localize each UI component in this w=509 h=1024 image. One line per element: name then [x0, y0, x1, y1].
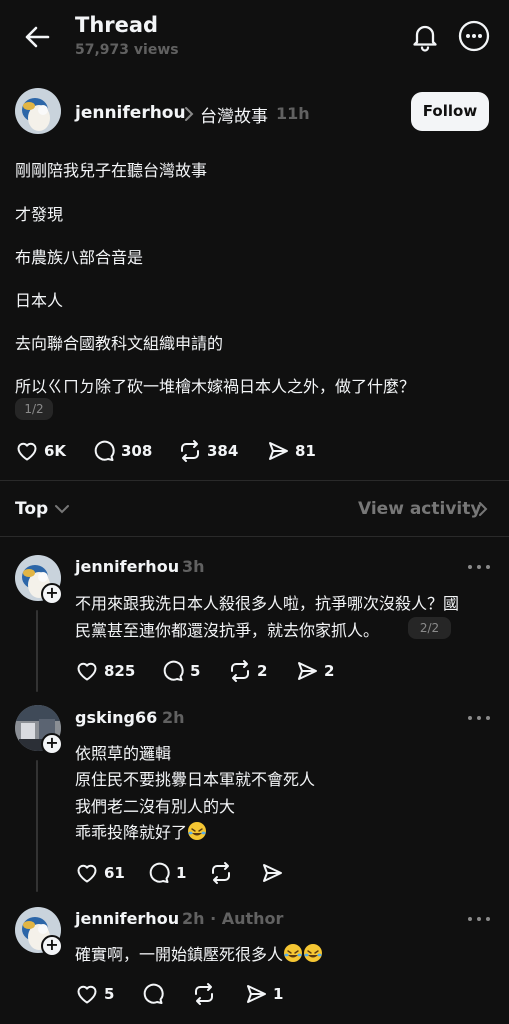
repost-button[interactable]: 2	[228, 659, 267, 683]
plus-icon[interactable]: +	[41, 583, 63, 605]
repost-icon	[195, 983, 213, 1005]
comment-author[interactable]: jenniferhou	[75, 557, 179, 576]
avatar[interactable]	[15, 88, 61, 134]
like-button[interactable]: 5	[75, 982, 114, 1006]
like-button[interactable]: 825	[75, 659, 135, 683]
view-count: 57,973 views	[75, 42, 179, 58]
chevron-down-icon[interactable]	[54, 502, 70, 516]
post-topic[interactable]: 台灣故事	[200, 102, 268, 127]
comment-icon	[94, 440, 115, 461]
like-count: 5	[104, 985, 115, 1003]
post-line: 剛剛陪我兒子在聽台灣故事	[15, 161, 208, 180]
comment-button[interactable]: 1	[147, 861, 186, 885]
comment-line: 我們老二沒有別人的大	[75, 797, 236, 816]
comment-time: 2h	[162, 708, 185, 727]
repost-icon	[181, 440, 199, 462]
share-icon	[269, 442, 288, 460]
share-count: 1	[273, 985, 284, 1003]
page-title: Thread	[75, 13, 159, 37]
comment-line: 依照草的邏輯	[75, 744, 172, 763]
share-icon	[263, 864, 282, 882]
more-icon[interactable]	[458, 20, 490, 52]
heart-icon	[77, 864, 97, 883]
share-button[interactable]: 81	[266, 439, 316, 463]
comment-button[interactable]: 5	[161, 659, 200, 683]
like-button[interactable]: 61	[75, 861, 125, 885]
like-button[interactable]: 6K	[15, 439, 66, 463]
sort-dropdown[interactable]: Top	[15, 499, 48, 519]
repost-button[interactable]	[209, 861, 233, 885]
back-arrow-icon[interactable]	[22, 22, 52, 52]
post-line: 去向聯合國教科文組織申請的	[15, 334, 224, 353]
heart-icon	[17, 442, 37, 461]
share-button[interactable]	[260, 861, 284, 885]
rofl-emoji-icon	[304, 944, 323, 962]
comment-line: 不用來跟我洗日本人殺很多人啦，抗爭哪次沒殺人？國	[75, 594, 460, 613]
dots-icon[interactable]	[466, 713, 492, 723]
comment-line-text: 乖乖投降就好了	[75, 823, 188, 842]
comment-author[interactable]: jenniferhou	[75, 909, 179, 928]
comment-line: 乖乖投降就好了	[75, 819, 207, 843]
comment-button[interactable]	[141, 982, 165, 1006]
thread-line	[36, 610, 38, 692]
plus-icon[interactable]: +	[41, 733, 63, 755]
repost-button[interactable]	[192, 982, 216, 1006]
share-button[interactable]: 2	[295, 659, 334, 683]
post-author[interactable]: jenniferhou	[75, 103, 186, 123]
post-line: 日本人	[15, 291, 64, 310]
chevron-right-icon[interactable]	[477, 501, 489, 517]
comment-count: 1	[176, 864, 187, 882]
share-icon	[298, 662, 317, 680]
share-icon	[247, 985, 266, 1003]
comment-line-text: 確實啊，一開始鎮壓死很多人	[75, 945, 284, 964]
heart-icon	[77, 662, 97, 681]
divider	[0, 536, 509, 537]
comment-line: 確實啊，一開始鎮壓死很多人	[75, 941, 323, 965]
page-indicator: 2/2	[408, 617, 451, 639]
heart-icon	[77, 985, 97, 1004]
dots-icon[interactable]	[466, 914, 492, 924]
post-line: 才發現	[15, 205, 64, 224]
repost-count: 384	[207, 442, 239, 460]
header: Thread 57,973 views	[0, 0, 509, 80]
divider	[0, 480, 509, 481]
view-activity-link[interactable]: View activity	[358, 499, 481, 519]
post-line: 所以ㄍㄇㄉ除了砍一堆檜木嫁禍日本人之外，做了什麼？	[15, 377, 416, 396]
comment-time: 3h	[182, 557, 205, 576]
post-line: 布農族八部合音是	[15, 248, 144, 267]
rofl-emoji-icon	[284, 944, 303, 962]
comment-icon	[149, 862, 170, 883]
post-time: 11h	[276, 104, 310, 123]
thread-line	[36, 760, 38, 892]
page-indicator: 1/2	[15, 398, 53, 420]
like-count: 825	[104, 662, 136, 680]
comment-icon	[143, 983, 164, 1004]
repost-icon	[231, 660, 249, 682]
comment-line: 民黨甚至連你都還沒抗爭，就去你家抓人。	[75, 621, 380, 640]
comment-count: 5	[190, 662, 201, 680]
comment-button[interactable]: 308	[92, 439, 152, 463]
comment-time: 2h · Author	[182, 909, 284, 928]
repost-icon	[212, 862, 230, 884]
like-count: 61	[104, 864, 125, 882]
comment-count: 308	[121, 442, 153, 460]
share-count: 2	[324, 662, 335, 680]
rofl-emoji-icon	[188, 822, 207, 840]
repost-count: 2	[257, 662, 268, 680]
repost-button[interactable]: 384	[178, 439, 238, 463]
comment-author[interactable]: gsking66	[75, 708, 157, 727]
chevron-right-icon	[185, 107, 194, 121]
comment-icon	[163, 660, 184, 681]
share-count: 81	[295, 442, 316, 460]
share-button[interactable]: 1	[244, 982, 283, 1006]
follow-button[interactable]: Follow	[411, 92, 489, 131]
plus-icon[interactable]: +	[41, 935, 63, 957]
bell-icon[interactable]	[409, 20, 441, 52]
comment-line: 原住民不要挑釁日本軍就不會死人	[75, 770, 316, 789]
like-count: 6K	[44, 442, 67, 460]
dots-icon[interactable]	[466, 562, 492, 572]
